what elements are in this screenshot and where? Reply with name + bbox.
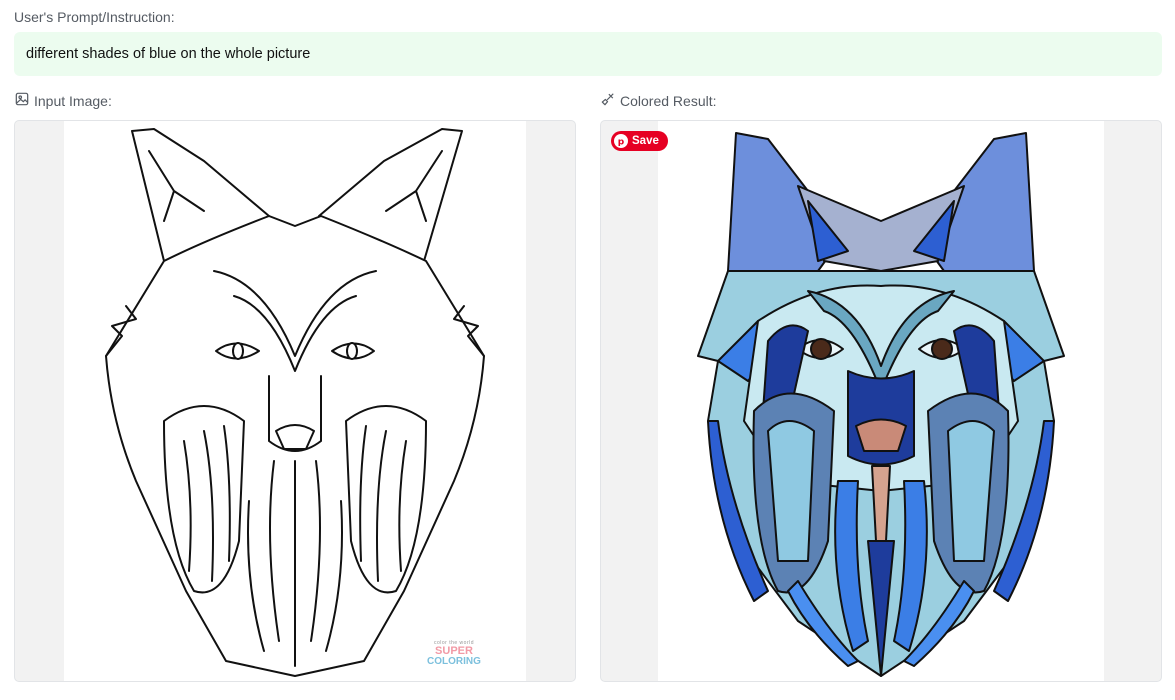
- result-panel-header: Colored Result:: [601, 92, 717, 109]
- pinterest-save-button[interactable]: p Save: [611, 131, 668, 151]
- result-panel-title: Colored Result:: [620, 92, 717, 109]
- save-label: Save: [632, 135, 659, 147]
- result-image-panel: p Save: [600, 120, 1162, 682]
- image-icon: [15, 92, 29, 109]
- prompt-label: User's Prompt/Instruction:: [14, 9, 175, 25]
- input-image-panel: color the world SUPER COLORING: [14, 120, 576, 682]
- super-coloring-watermark: color the world SUPER COLORING: [424, 641, 484, 667]
- pinterest-icon: p: [614, 134, 628, 148]
- prompt-text: different shades of blue on the whole pi…: [26, 46, 311, 62]
- watermark-brand-sub: COLORING: [427, 656, 481, 667]
- paint-brush-icon: [601, 92, 615, 109]
- svg-text:p: p: [618, 137, 625, 146]
- input-panel-title: Input Image:: [34, 92, 112, 109]
- input-image: color the world SUPER COLORING: [64, 121, 526, 681]
- input-panel-header: Input Image:: [15, 92, 112, 109]
- wolf-line-art: [105, 128, 485, 677]
- result-image: [658, 121, 1104, 681]
- prompt-box: different shades of blue on the whole pi…: [14, 32, 1162, 76]
- wolf-colored-art: [697, 132, 1065, 677]
